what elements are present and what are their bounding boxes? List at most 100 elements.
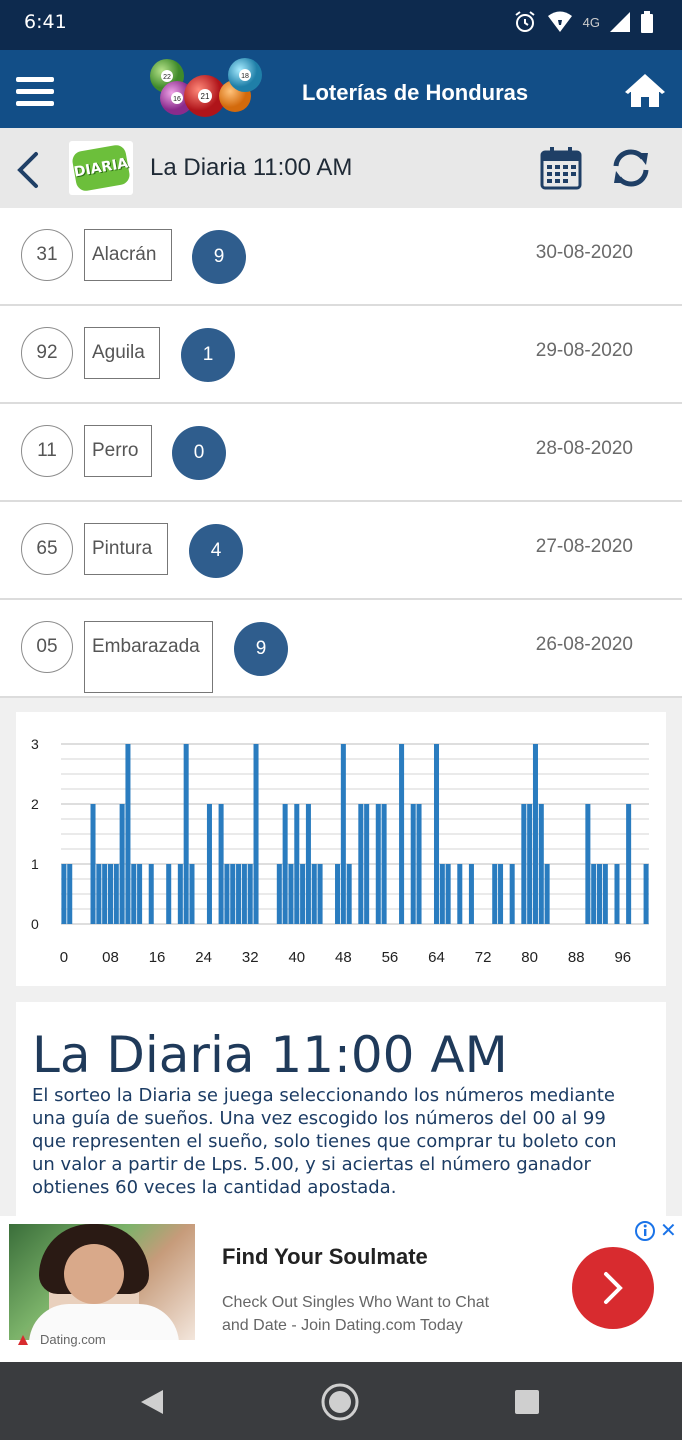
chart-bar [433,744,440,924]
chart-bar [67,864,73,924]
lottery-balls-logo: 22 16 21 18 [150,58,262,117]
info-description: El sorteo la Diaria se juega seleccionan… [32,1085,617,1198]
alarm-icon [515,11,535,32]
chart-bar [410,804,416,924]
result-date: 30-08-2020 [535,242,633,263]
menu-button[interactable] [16,77,54,107]
nav-home-icon [321,1383,359,1421]
y-tick-label: 3 [31,736,39,752]
back-arrow-icon [17,152,38,188]
x-tick-label: 48 [335,949,352,966]
la-diaria-logo: DIARIA [69,141,133,195]
info-icon [635,1221,655,1241]
x-tick-label: 80 [521,949,538,966]
chart-bar [282,804,288,924]
chart-bar [61,864,67,924]
chart-bar [358,804,364,924]
y-tick-label: 0 [31,916,39,932]
result-name: Perro [84,425,152,477]
result-number: 11 [21,425,73,477]
chart-bar [614,864,620,924]
nav-home-button[interactable] [320,1382,360,1422]
chart-bar [626,804,632,924]
svg-text:22: 22 [163,74,171,81]
result-ball: 4 [189,524,243,578]
chart-bar [521,804,527,924]
ad-image[interactable] [9,1224,195,1340]
x-tick-label: 72 [475,949,492,966]
chart-bar [148,864,154,924]
result-date: 27-08-2020 [535,536,633,557]
ad-banner[interactable]: Find Your Soulmate Check Out Singles Who… [0,1216,682,1362]
draw-title: La Diaria 11:00 AM [150,154,353,181]
y-tick-label: 2 [31,796,39,812]
chart-bar [509,864,515,924]
chart-bar [305,804,311,924]
menu-icon [16,77,54,82]
chart-bar [224,864,230,924]
result-name: Pintura [84,523,168,575]
chart-bar [457,864,463,924]
chart-bar [230,864,236,924]
result-number: 31 [21,229,73,281]
chart-bar [346,864,352,924]
ad-body: Check Out Singles Who Want to Chat and D… [222,1294,490,1334]
chart-bar [335,864,341,924]
chart-bar [538,804,544,924]
ad-headline[interactable]: Find Your Soulmate [222,1244,428,1270]
back-button[interactable] [14,150,42,190]
chart-bar [340,744,346,924]
refresh-button[interactable] [610,148,652,188]
info-card: La Diaria 11:00 AM El sorteo la Diaria s… [16,1002,666,1216]
chart-bar [166,864,172,924]
home-icon [625,74,665,107]
chart-bar [300,864,306,924]
result-date: 28-08-2020 [535,438,633,459]
ad-close-button[interactable]: ✕ [660,1218,677,1243]
wifi-icon [547,11,572,32]
svg-text:16: 16 [173,96,181,103]
result-row[interactable]: 92 Aguila 1 29-08-2020 [0,306,682,404]
chart-bar [445,864,451,924]
ad-source: Dating.com [16,1332,106,1347]
chart-bar [276,864,282,924]
ad-info-button[interactable] [634,1220,656,1242]
nav-recents-button[interactable] [514,1389,540,1415]
chart-bar [102,864,108,924]
frequency-chart-card: 0 1 2 3 0 08 16 24 32 40 48 56 64 72 80 88 96 [16,712,666,986]
x-tick-label: 64 [428,949,445,966]
result-name: Alacrán [84,229,172,281]
chart-bar [294,804,300,924]
result-name: Aguila [84,327,160,379]
calendar-icon [540,147,582,190]
x-tick-label: 88 [568,949,585,966]
chart-bar [492,864,498,924]
result-row[interactable]: 11 Perro 0 28-08-2020 [0,404,682,502]
result-row[interactable]: 31 Alacrán 9 30-08-2020 [0,208,682,306]
chart-bar [527,804,533,924]
result-date: 26-08-2020 [535,634,633,655]
chart-bar [399,744,405,924]
ad-open-button[interactable] [572,1247,654,1329]
result-row[interactable]: 05 Embarazada 9 26-08-2020 [0,600,682,698]
x-tick-label: 32 [242,949,259,966]
result-number: 65 [21,523,73,575]
chart-bar [96,864,102,924]
status-time: 6:41 [24,11,67,33]
chart-bar [381,804,387,924]
chart-bar [439,864,445,924]
chart-bar [364,804,370,924]
status-bar: 6:41 4G [0,0,682,50]
logo-text: DIARIA [72,155,130,181]
x-tick-label: 24 [195,949,212,966]
result-ball: 9 [234,622,288,676]
chart-bar [597,864,603,924]
result-row[interactable]: 65 Pintura 4 27-08-2020 [0,502,682,600]
chart-bar [416,804,422,924]
calendar-button[interactable] [540,146,582,190]
nav-back-button[interactable] [139,1388,165,1416]
ad-source-label: Dating.com [40,1332,106,1347]
home-button[interactable] [624,73,666,109]
chart-bar [206,804,212,924]
y-tick-label: 1 [31,856,39,872]
